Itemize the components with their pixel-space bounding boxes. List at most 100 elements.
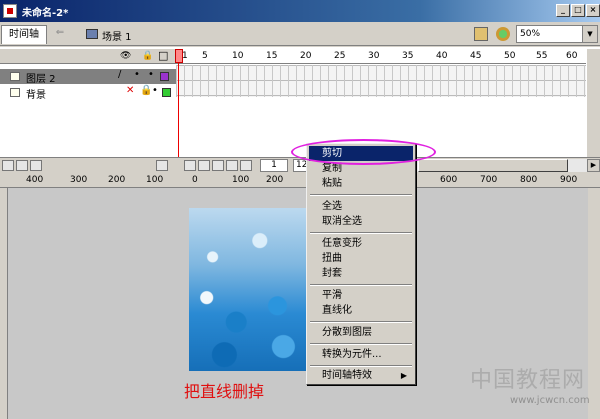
outline-dot: • <box>152 85 158 96</box>
back-arrow-icon[interactable]: ⇐ <box>52 27 68 41</box>
watermark-url: www.jcwcn.com <box>510 395 590 406</box>
onion-skin-outlines-icon[interactable] <box>212 160 224 171</box>
frame-number: 35 <box>402 51 414 61</box>
zoom-select[interactable]: 50% ▼ <box>516 25 598 43</box>
menu-item-straighten[interactable]: 直线化 <box>309 303 413 318</box>
lock-icon[interactable]: 🔒 <box>140 85 152 96</box>
menu-item-smooth[interactable]: 平滑 <box>309 288 413 303</box>
menu-item-convert-to-symbol[interactable]: 转换为元件... <box>309 347 413 362</box>
menu-item-distribute-to-layers[interactable]: 分散到图层 <box>309 325 413 340</box>
frame-number: 15 <box>266 51 278 61</box>
outline-icon[interactable]: □ <box>158 49 168 62</box>
lock-dot[interactable]: • <box>148 69 154 80</box>
menu-item-select-all[interactable]: 全选 <box>309 199 413 214</box>
scrollbar-thumb[interactable] <box>418 159 568 172</box>
ruler-tick-label: 0 <box>192 175 198 185</box>
modify-onion-markers-icon[interactable] <box>240 160 252 171</box>
frame-number: 5 <box>202 51 208 61</box>
timeline-status-bar: 1 12 ▶ <box>0 157 600 172</box>
playhead-line <box>178 49 179 159</box>
trash-icon[interactable] <box>156 160 168 171</box>
menu-item-paste[interactable]: 粘贴 <box>309 176 413 191</box>
chevron-right-icon[interactable]: ▶ <box>587 159 600 172</box>
document-icon <box>3 4 17 18</box>
ruler-tick-label: 800 <box>520 175 538 185</box>
edit-symbols-icon[interactable] <box>496 27 510 41</box>
scene-label[interactable]: 场景 1 <box>102 28 132 43</box>
insert-folder-icon[interactable] <box>30 160 42 171</box>
frame-number: 20 <box>300 51 312 61</box>
timeline-tab[interactable]: 时间轴 <box>1 25 47 44</box>
frame-number: 30 <box>368 51 380 61</box>
edit-multiple-frames-icon[interactable] <box>226 160 238 171</box>
layer-icon <box>10 88 20 97</box>
hidden-x-icon[interactable]: ✕ <box>126 85 134 96</box>
add-motion-guide-icon[interactable] <box>16 160 28 171</box>
menu-separator <box>310 284 412 286</box>
menu-item-deselect-all[interactable]: 取消全选 <box>309 214 413 229</box>
menu-item-distort[interactable]: 扭曲 <box>309 251 413 266</box>
ruler-tick-label: 700 <box>480 175 498 185</box>
frame-number: 60 <box>566 51 578 61</box>
ruler-tick-label: 100 <box>232 175 250 185</box>
ruler-tick-label: 400 <box>26 175 44 185</box>
onion-skin-icon[interactable] <box>198 160 210 171</box>
stage-bitmap-image[interactable] <box>189 208 307 371</box>
frame-number: 45 <box>470 51 482 61</box>
ruler-tick-label: 900 <box>560 175 578 185</box>
ruler-tick-label: 300 <box>70 175 88 185</box>
close-button[interactable]: × <box>586 4 600 17</box>
layer-header: 👁 🔒 □ <box>0 49 176 64</box>
instruction-caption: 把直线删掉 <box>184 382 265 401</box>
menu-separator <box>310 194 412 196</box>
outline-color-swatch[interactable] <box>160 72 169 81</box>
edit-scene-icon[interactable] <box>474 27 488 41</box>
pencil-icon: / <box>118 69 122 80</box>
layer-icon <box>10 72 20 81</box>
menu-separator <box>310 232 412 234</box>
layer-row[interactable]: 图层 2 / • • <box>0 69 176 85</box>
frame-ruler[interactable]: 1 5 10 15 20 25 30 35 40 45 50 55 60 <box>176 49 586 64</box>
frame-number: 55 <box>536 51 548 61</box>
scene-icon <box>86 29 98 39</box>
minimize-button[interactable]: _ <box>556 4 570 17</box>
annotation-ellipse <box>291 139 436 165</box>
menu-item-free-transform[interactable]: 任意变形 <box>309 236 413 251</box>
zoom-value: 50% <box>520 29 541 39</box>
layer-row[interactable]: 背景 ✕ 🔒 • <box>0 85 176 101</box>
timeline-vertical-scrollbar[interactable] <box>586 49 600 157</box>
frame-number: 25 <box>334 51 346 61</box>
outline-color-swatch[interactable] <box>162 88 171 97</box>
frame-grid[interactable] <box>176 65 586 97</box>
window-title: 未命名-2* <box>22 8 69 19</box>
ruler-tick-label: 100 <box>146 175 164 185</box>
eye-icon[interactable]: 👁 <box>120 51 131 61</box>
menu-item-envelope[interactable]: 封套 <box>309 266 413 281</box>
visibility-dot[interactable]: • <box>134 69 140 80</box>
center-frame-icon[interactable] <box>184 160 196 171</box>
insert-layer-icon[interactable] <box>2 160 14 171</box>
frame-number: 40 <box>436 51 448 61</box>
ruler-tick-label: 200 <box>108 175 126 185</box>
submenu-arrow-icon: ▶ <box>400 371 407 380</box>
stage-vertical-scrollbar[interactable] <box>588 188 600 419</box>
menu-item-timeline-effects[interactable]: 时间轴特效 ▶ <box>309 368 413 383</box>
window-title-bar[interactable]: 未命名-2* _ □ × <box>0 0 600 22</box>
maximize-button[interactable]: □ <box>571 4 585 17</box>
chevron-down-icon[interactable]: ▼ <box>582 26 597 42</box>
ruler-tick-label: 600 <box>440 175 458 185</box>
stage-vertical-ruler <box>0 188 8 419</box>
context-menu: 剪切 复制 粘贴 全选 取消全选 任意变形 扭曲 封套 平滑 直线化 分散到图层… <box>306 143 416 385</box>
timeline-horizontal-scrollbar[interactable]: ▶ <box>416 159 600 172</box>
menu-item-label: 时间轴特效 <box>322 370 372 381</box>
menu-separator <box>310 343 412 345</box>
current-frame: 1 <box>260 159 288 172</box>
lock-icon[interactable]: 🔒 <box>142 51 153 61</box>
edit-bar: 时间轴 ⇐ 场景 1 50% ▼ <box>0 22 600 46</box>
ruler-tick-label: 200 <box>266 175 284 185</box>
frame-number: 10 <box>232 51 244 61</box>
stage-horizontal-ruler: 400 300 200 100 0 100 200 300 400 500 60… <box>0 174 600 188</box>
playhead[interactable] <box>175 49 183 63</box>
menu-separator <box>310 365 412 367</box>
frame-number: 50 <box>504 51 516 61</box>
